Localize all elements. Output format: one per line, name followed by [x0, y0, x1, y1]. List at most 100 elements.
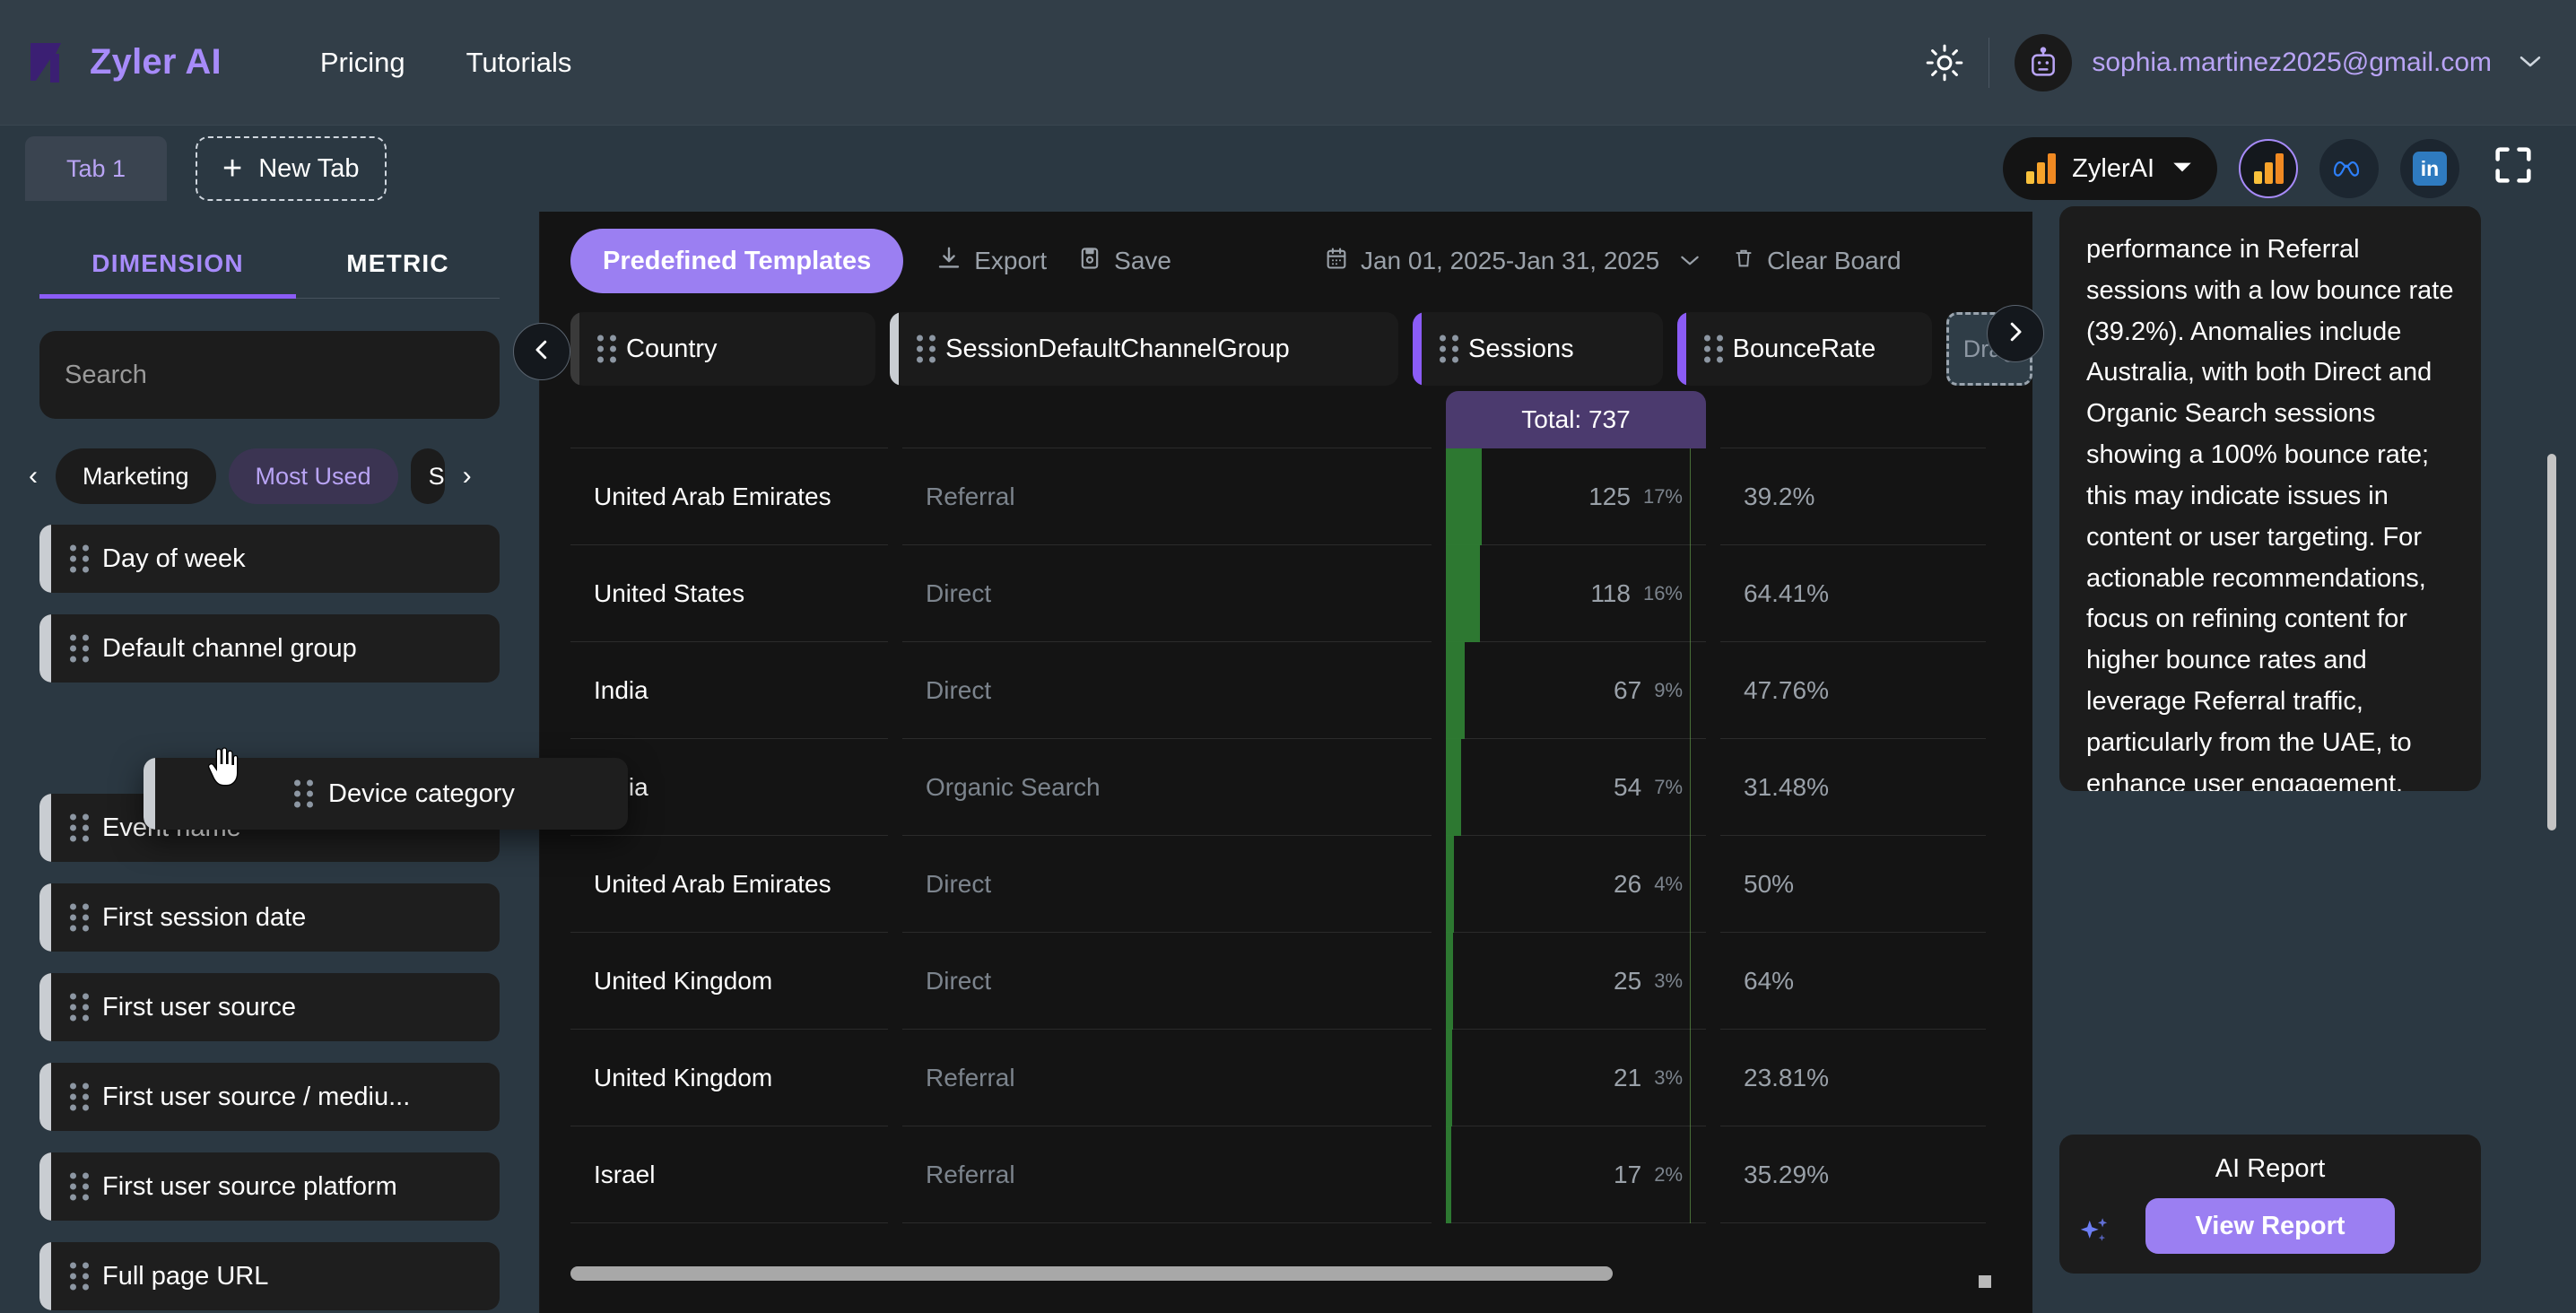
insight-scrollbar[interactable]: [2547, 454, 2556, 830]
ai-insight-text: performance in Referral sessions with a …: [2086, 235, 2454, 791]
new-tab-button[interactable]: + New Tab: [196, 136, 387, 201]
sessions-total-badge: Total: 737: [1446, 391, 1706, 448]
table-cell-channel: Referral: [902, 1030, 1432, 1126]
data-table: United Arab Emirates United States India…: [540, 386, 2032, 1223]
date-range-picker[interactable]: Jan 01, 2025-Jan 31, 2025: [1324, 245, 1701, 278]
brand-logo[interactable]: Zyler AI: [25, 39, 222, 86]
drag-handle-icon[interactable]: [1703, 335, 1723, 363]
column-header-bouncerate[interactable]: BounceRate: [1676, 312, 1932, 386]
dimension-label: First session date: [102, 902, 307, 932]
predefined-templates-button[interactable]: Predefined Templates: [570, 229, 904, 293]
chips-prev-icon[interactable]: ‹: [23, 461, 43, 491]
new-tab-label: New Tab: [258, 153, 360, 183]
dimension-item-first-session-date[interactable]: First session date: [39, 883, 500, 952]
dimension-item-default-channel-group[interactable]: Default channel group: [39, 614, 500, 683]
dimension-item-full-page-url[interactable]: Full page URL: [39, 1242, 500, 1310]
table-cell-channel: Direct: [902, 642, 1432, 739]
column-header-row: Country SessionDefaultChannelGroup Sessi…: [540, 310, 2032, 386]
table-column-sessions: Total: 737 125 17% 118 16% 67 9% 54 7% 2…: [1446, 391, 1706, 1223]
chip-marketing[interactable]: Marketing: [56, 448, 216, 504]
connector-meta[interactable]: [2319, 139, 2379, 198]
workspace-tab-bar: Tab 1 + New Tab ZylerAI in: [0, 126, 2576, 212]
connector-google-analytics[interactable]: [2239, 139, 2298, 198]
drag-handle-icon[interactable]: [70, 544, 89, 573]
table-cell-country: United Arab Emirates: [570, 448, 888, 545]
meta-icon: [2331, 154, 2367, 184]
nav-tutorials[interactable]: Tutorials: [466, 47, 572, 79]
clear-board-button[interactable]: Clear Board: [1732, 245, 1902, 278]
drag-handle-icon[interactable]: [70, 813, 89, 842]
column-header-sessiondefaultchannelgroup[interactable]: SessionDefaultChannelGroup: [890, 312, 1398, 386]
total-spacer: [902, 391, 1432, 448]
search-input[interactable]: [65, 360, 474, 390]
table-cell-channel: Direct: [902, 836, 1432, 933]
column-label: SessionDefaultChannelGroup: [945, 334, 1290, 363]
sessions-value: 67: [1614, 675, 1642, 704]
column-header-sessions[interactable]: Sessions: [1412, 312, 1663, 386]
table-cell-bounce-rate: 23.81%: [1720, 1030, 1986, 1126]
google-analytics-icon: [2253, 153, 2284, 184]
sessions-pct: 3%: [1654, 1065, 1683, 1089]
table-cell-country: United Kingdom: [570, 1030, 888, 1126]
horizontal-scrollbar[interactable]: [570, 1266, 1613, 1281]
drag-handle-icon[interactable]: [70, 1172, 89, 1201]
dimension-item-first-user-source-platform[interactable]: First user source platform: [39, 1152, 500, 1221]
chips-next-icon[interactable]: ›: [457, 461, 477, 491]
view-report-button[interactable]: View Report: [2145, 1198, 2395, 1254]
tab-dimension[interactable]: DIMENSION: [39, 239, 297, 299]
nav-pricing[interactable]: Pricing: [320, 47, 405, 79]
drag-handle-icon[interactable]: [70, 1083, 89, 1111]
chevron-down-icon: [2517, 48, 2544, 76]
drag-handle-icon[interactable]: [294, 779, 313, 808]
resize-handle[interactable]: [1979, 1275, 1991, 1288]
tab-metric[interactable]: METRIC: [296, 239, 500, 299]
drag-handle-icon[interactable]: [70, 634, 89, 663]
google-analytics-icon: [2026, 153, 2057, 184]
property-name: ZylerAI: [2072, 153, 2154, 183]
chip-most-used[interactable]: Most Used: [228, 448, 398, 504]
sidebar-search[interactable]: [39, 331, 500, 419]
dimension-item-first-user-source[interactable]: First user source: [39, 973, 500, 1041]
sessions-value: 125: [1588, 482, 1631, 510]
drag-handle-icon[interactable]: [70, 1262, 89, 1291]
fullscreen-icon[interactable]: [2490, 142, 2544, 196]
main-nav: Pricing Tutorials: [320, 47, 571, 79]
sessions-pct: 7%: [1654, 775, 1683, 798]
table-cell-channel: Organic Search: [902, 739, 1432, 836]
dragging-dimension-device-category[interactable]: Device category: [144, 758, 628, 830]
tab-1[interactable]: Tab 1: [25, 136, 167, 201]
table-cell-sessions: 25 3%: [1446, 933, 1706, 1030]
export-button[interactable]: Export: [936, 245, 1047, 278]
trash-icon: [1732, 245, 1755, 278]
drag-handle-icon[interactable]: [70, 903, 89, 932]
export-label: Export: [974, 247, 1048, 274]
property-selector[interactable]: ZylerAI: [2003, 137, 2217, 200]
sessions-pct: 17%: [1642, 484, 1683, 508]
robot-avatar-icon: [2015, 33, 2073, 91]
dimension-item-first-user-source-medium[interactable]: First user source / mediu...: [39, 1063, 500, 1131]
save-button[interactable]: Save: [1077, 245, 1171, 278]
sessions-value: 25: [1614, 966, 1642, 995]
chip-partial[interactable]: S: [410, 448, 445, 504]
sun-icon[interactable]: [1917, 35, 1972, 91]
sidebar-collapse-button[interactable]: [513, 323, 570, 380]
table-cell-country: India: [570, 642, 888, 739]
column-header-country[interactable]: Country: [570, 312, 876, 386]
drag-handle-icon[interactable]: [70, 993, 89, 1022]
drag-handle-icon[interactable]: [917, 335, 936, 363]
table-cell-country: United States: [570, 545, 888, 642]
dimension-label: Full page URL: [102, 1261, 269, 1291]
dimension-label: First user source / mediu...: [102, 1082, 411, 1111]
clear-board-label: Clear Board: [1767, 247, 1902, 274]
board-next-button[interactable]: [1987, 305, 2044, 362]
ai-insight-card: performance in Referral sessions with a …: [2059, 206, 2481, 791]
plus-icon: +: [222, 150, 243, 187]
account-menu[interactable]: sophia.martinez2025@gmail.com: [2015, 33, 2544, 91]
connector-linkedin[interactable]: in: [2400, 139, 2459, 198]
top-bar-right: sophia.martinez2025@gmail.com: [1917, 33, 2576, 91]
dimension-item-day-of-week[interactable]: Day of week: [39, 525, 500, 593]
chevron-down-icon: [2171, 160, 2194, 178]
drag-handle-icon[interactable]: [1439, 335, 1458, 363]
drag-handle-icon[interactable]: [597, 335, 616, 363]
category-chips: ‹ Marketing Most Used S ›: [23, 442, 516, 510]
